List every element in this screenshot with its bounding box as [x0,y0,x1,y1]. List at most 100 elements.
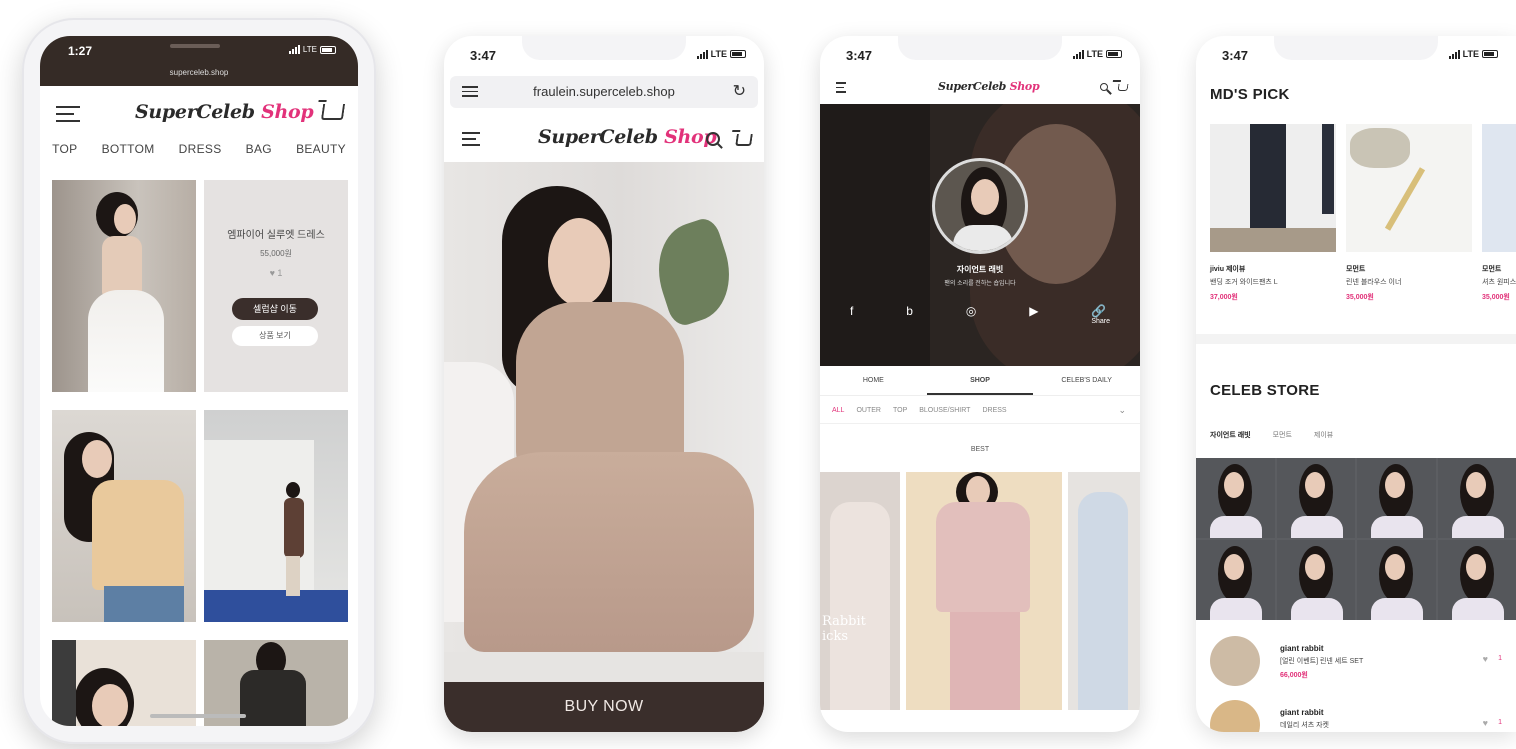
share-icon[interactable]: 🔗 Share [1091,304,1110,325]
home-indicator [150,714,246,718]
app-header: SuperCeleb Shop [444,118,764,162]
app-header: SuperCeleb Shop [40,86,358,142]
best-filter-label[interactable]: BEST [820,446,1140,453]
buy-now-button[interactable]: BUY NOW [444,682,764,732]
md-item-price: 37,000원 [1210,294,1238,301]
hero-product-photo[interactable] [444,162,764,682]
heart-icon[interactable]: ♥ [1483,654,1488,664]
search-icon[interactable] [706,132,720,146]
browser-url-bar[interactable]: fraulein.superceleb.shop ↻ [450,76,758,108]
md-item-name: 밴딩 조거 와이드팬츠 L [1210,279,1278,286]
tab-shop[interactable]: SHOP [926,366,1034,395]
tab-dress[interactable]: DRESS [179,142,222,170]
view-product-button[interactable]: 상품 보기 [232,326,318,346]
signal-bars-icon [1448,49,1460,59]
celeb-thumb[interactable] [1437,540,1516,620]
md-item-brand: jiviu 제이뷰 [1210,266,1246,273]
tab-celebs-daily[interactable]: CELEB'S DAILY [1033,366,1140,395]
carousel-item-left[interactable]: Rabbit icks [820,472,900,710]
celeb-thumb[interactable] [1276,458,1355,538]
celeb-thumb[interactable] [1357,458,1436,538]
brand-logo[interactable]: SuperCeleb Shop [938,80,1040,93]
store-list-item[interactable]: giant rabbit [얼린 이벤트] 린넨 세트 SET 66,000원 … [1210,636,1516,690]
md-pick-item-1[interactable]: jiviu 제이뷰 밴딩 조거 와이드팬츠 L 37,000원 [1210,124,1338,302]
reload-icon[interactable]: ↻ [733,81,746,101]
profile-tabs: HOME SHOP CELEB'S DAILY [820,366,1140,396]
carousel-item-center[interactable] [906,472,1062,710]
celeb-thumb[interactable] [1437,458,1516,538]
youtube-icon[interactable]: ▶ [1029,304,1038,325]
product-card-title: 엠파이어 실루엣 드레스 [227,230,325,241]
md-pick-item-3[interactable]: 모먼트 셔츠 원피스 35,000원 [1482,124,1516,302]
instagram-icon[interactable]: ◎ [966,304,976,325]
category-tabs: TOP BOTTOM DRESS BAG BEAUTY [40,142,358,170]
subcategory-filter: ALL OUTER TOP BLOUSE/SHIRT DRESS ⌄ [820,398,1140,424]
celeb-thumb[interactable] [1357,540,1436,620]
md-pick-item-2[interactable]: 모먼트 린넨 블라우스 이너 35,000원 [1346,124,1474,302]
brand-logo[interactable]: SuperCeleb Shop [135,101,314,123]
url-text[interactable]: superceleb.shop [40,68,358,77]
celeb-shop-button[interactable]: 셀럽샵 이동 [232,298,318,320]
status-time: 3:47 [1222,48,1249,63]
store-tab-giant-rabbit[interactable]: 자이언트 래빗 [1210,430,1251,440]
facebook-icon[interactable]: f [850,304,853,325]
store-tab-jiviu[interactable]: 제이뷰 [1314,430,1333,440]
status-time: 3:47 [846,48,873,63]
tab-top[interactable]: TOP [52,142,77,170]
tab-beauty[interactable]: BEAUTY [296,142,346,170]
mds-pick-heading: MD'S PICK [1210,86,1290,103]
blog-icon[interactable]: b [906,304,913,325]
battery-icon [730,50,746,58]
store-name: giant rabbit [1280,644,1324,653]
md-item-name: 셔츠 원피스 [1482,279,1516,286]
menu-icon[interactable] [462,132,480,146]
store-tab-moment[interactable]: 모먼트 [1273,430,1292,440]
celeb-photo-grid [1196,458,1516,620]
signal-indicator: LTE [1072,49,1122,59]
carousel-item-right[interactable] [1068,472,1140,710]
product-thumbnail [1210,636,1260,686]
celeb-thumb[interactable] [1196,458,1275,538]
cart-icon[interactable] [320,104,346,120]
menu-icon[interactable] [56,106,80,122]
subcat-outer[interactable]: OUTER [856,407,881,414]
product-card-overlay[interactable]: 엠파이어 실루엣 드레스 55,000원 ♥ 1 셀럽샵 이동 상품 보기 [204,180,348,392]
heart-icon[interactable]: ♥ [270,268,275,278]
signal-bars-icon [288,45,300,54]
product-photo-4[interactable] [204,410,348,622]
celeb-store-tabs: 자이언트 래빗 모먼트 제이뷰 [1210,430,1333,440]
brand-logo[interactable]: SuperCeleb Shop [538,126,717,148]
chevron-down-icon[interactable]: ⌄ [1118,405,1126,416]
menu-icon[interactable] [836,82,846,93]
product-carousel: Rabbit icks [820,472,1140,710]
md-item-brand: 모먼트 [1346,266,1366,273]
product-description: [얼린 이벤트] 린넨 세트 SET [1280,658,1364,665]
cart-icon[interactable] [735,134,753,146]
celeb-name: 자이언트 래빗 [956,265,1004,274]
search-icon[interactable] [1100,83,1108,91]
store-list-item[interactable]: giant rabbit 데일리 셔츠 자켓 ♥ 1 [1210,700,1516,732]
product-photo-1[interactable] [52,180,196,392]
product-price: 66,000원 [1280,672,1308,679]
celeb-description: 팬의 소리를 전하는 숍입니다 [944,281,1016,287]
subcat-top[interactable]: TOP [893,407,907,414]
subcat-blouse[interactable]: BLOUSE/SHIRT [919,407,970,414]
tab-bag[interactable]: BAG [246,142,272,170]
subcat-all[interactable]: ALL [832,407,844,414]
tab-home[interactable]: HOME [820,366,927,395]
celeb-avatar[interactable] [932,158,1028,254]
network-label: LTE [1086,49,1103,59]
heart-icon[interactable]: ♥ [1483,718,1488,728]
like-count: 1 [1498,655,1502,662]
product-photo-3[interactable] [52,410,196,622]
cart-icon[interactable] [1117,84,1129,91]
subcat-dress[interactable]: DRESS [982,407,1006,414]
store-name: giant rabbit [1280,708,1324,717]
celeb-thumb[interactable] [1196,540,1275,620]
browser-url-text[interactable]: fraulein.superceleb.shop [450,84,758,99]
notch [1274,36,1438,60]
notch [522,36,686,60]
celeb-thumb[interactable] [1276,540,1355,620]
tab-bottom[interactable]: BOTTOM [102,142,155,170]
md-item-price: 35,000원 [1346,294,1374,301]
